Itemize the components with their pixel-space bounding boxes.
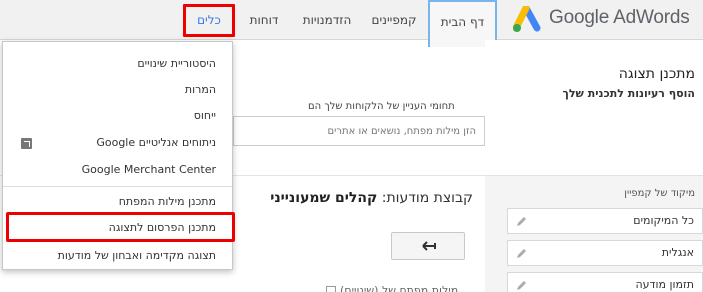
ad-group-prefix: קבוצת מודעות: <box>381 190 473 206</box>
menu-item-merchant-center[interactable]: Google Merchant Center <box>11 161 216 179</box>
menu-item-google-analytics[interactable]: Google ניתוחים אנליטיים <box>11 134 216 152</box>
ad-group-title: קבוצת מודעות: קהלים שמעונייני <box>233 190 473 206</box>
tab-opportunities[interactable]: הזדמנויות <box>293 0 361 40</box>
logo-text: Google AdWords <box>549 7 690 28</box>
tab-campaigns[interactable]: קמפיינים <box>366 0 422 40</box>
menu-item-attribution[interactable]: ייחוס <box>11 107 216 125</box>
top-navigation-bar: Google AdWords דף הבית קמפיינים הזדמנויו… <box>0 0 703 47</box>
planner-subtitle: הוסף רעיונות לתכנית שלך <box>562 87 695 100</box>
bottom-keywords-text: מילות מפתח של (שינויים) <box>340 284 459 292</box>
campaign-targeting-section: מיקוד של קמפיין כל המיקומים אנגלית תזמון… <box>485 175 703 292</box>
targeting-chip-ad-schedule[interactable]: תזמון מודעה <box>507 272 703 292</box>
targeting-chip-locations[interactable]: כל המיקומים <box>507 208 703 234</box>
pencil-icon[interactable] <box>516 216 527 227</box>
adwords-logo-icon <box>513 6 541 32</box>
chip-label: תזמון מודעה <box>635 278 694 291</box>
menu-separator <box>3 186 232 187</box>
tools-dropdown-menu: היסטוריית שינויים המרות ייחוס Google נית… <box>2 41 235 270</box>
targeting-label: מיקוד של קמפיין <box>624 188 695 199</box>
menu-item-keyword-planner[interactable]: מתכנן מילות המפתח <box>11 193 216 211</box>
pencil-icon[interactable] <box>516 248 527 259</box>
menu-item-conversions[interactable]: המרות <box>11 81 216 99</box>
back-button[interactable] <box>391 232 465 260</box>
ad-group-name: קהלים שמעונייני <box>270 190 378 206</box>
chip-label: אנגלית <box>661 246 694 259</box>
chip-label: כל המיקומים <box>633 214 694 227</box>
tab-tools[interactable]: כלים <box>183 4 235 37</box>
arrow-left-icon <box>422 241 436 251</box>
external-link-icon <box>21 138 32 149</box>
interest-label: תחומי העניין של הלקוחות שלך הם <box>308 101 455 112</box>
pencil-icon[interactable] <box>516 280 527 291</box>
interest-search-input[interactable] <box>233 116 485 146</box>
targeting-chip-language[interactable]: אנגלית <box>507 240 703 266</box>
tab-reports[interactable]: דוחות <box>240 0 288 40</box>
bottom-checkbox[interactable] <box>326 286 336 292</box>
adwords-logo[interactable]: Google AdWords <box>511 6 703 34</box>
display-planner-highlight <box>6 212 235 242</box>
menu-item-ad-preview-diagnosis[interactable]: תצוגה מקדימה ואבחון של מודעות <box>11 247 216 265</box>
menu-item-change-history[interactable]: היסטוריית שינויים <box>11 55 216 73</box>
planner-title: מתכנן תצוגה <box>618 66 695 82</box>
